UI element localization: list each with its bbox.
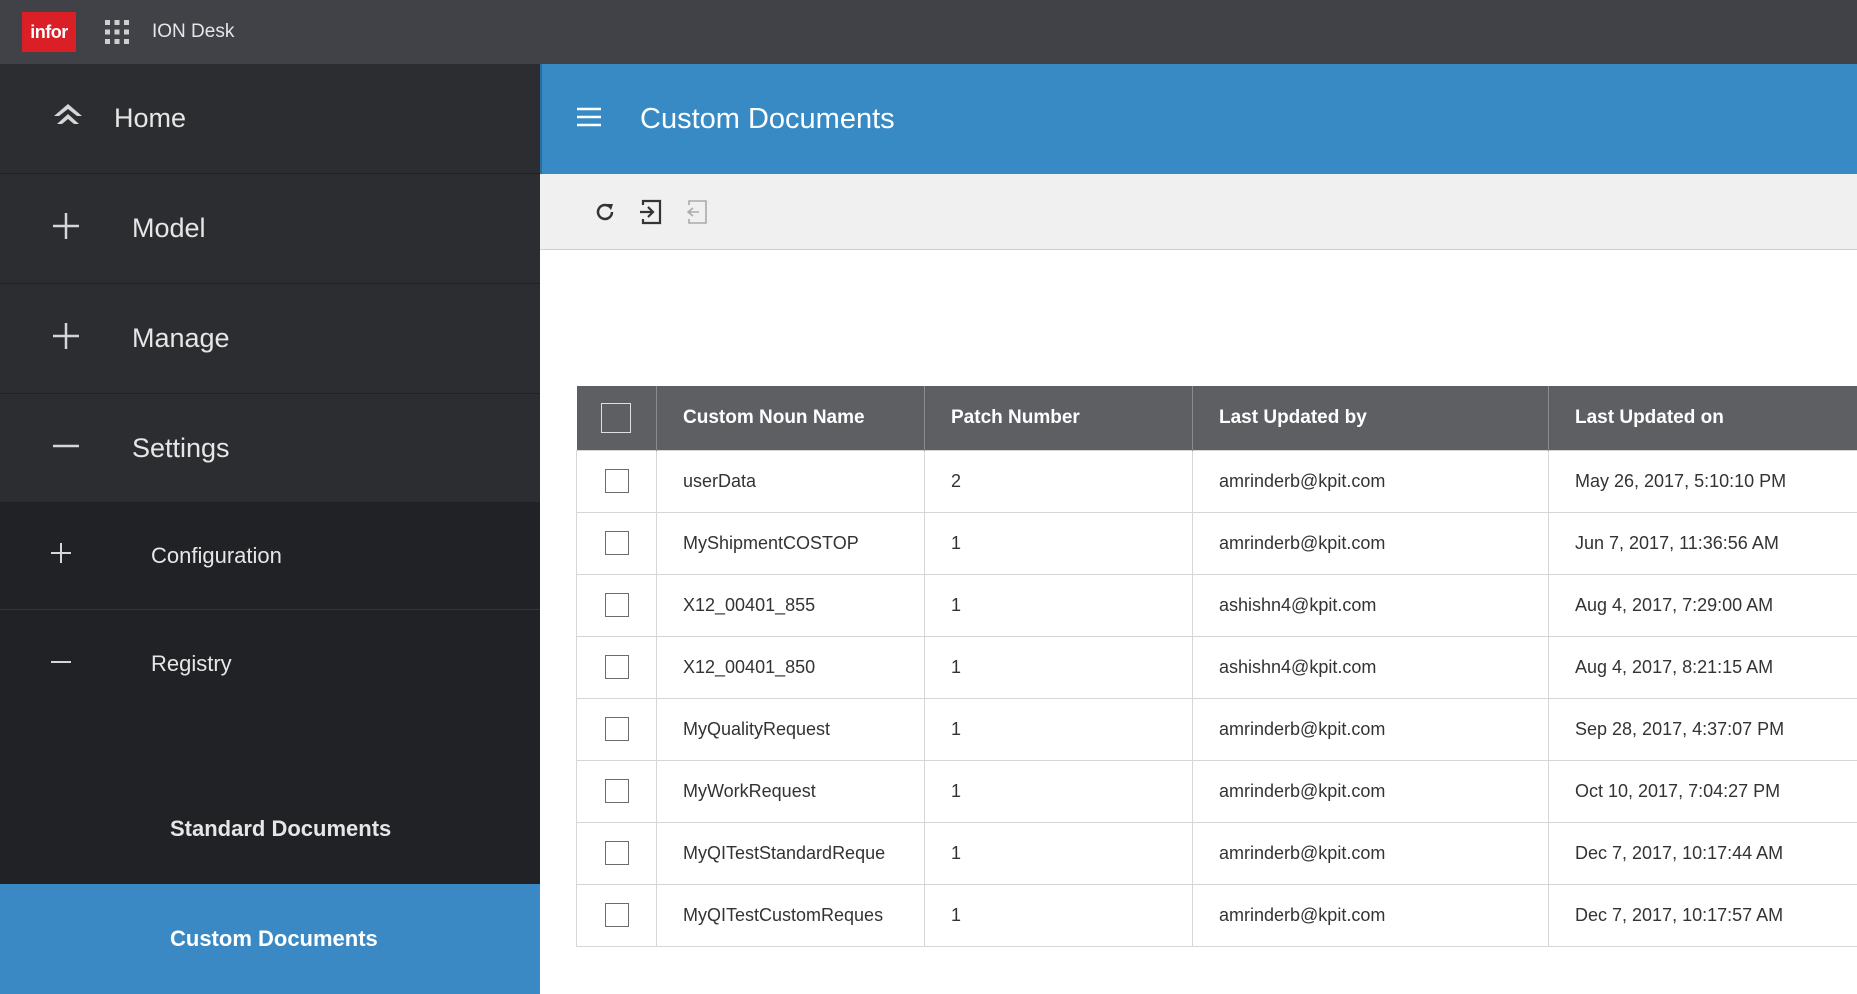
row-select-cell — [577, 822, 657, 884]
updated-by-cell: ashishn4@kpit.com — [1193, 636, 1549, 698]
minus-icon — [46, 431, 86, 466]
updated-on-cell: Sep 28, 2017, 4:37:07 PM — [1549, 698, 1857, 760]
sidebar-item-label: Manage — [132, 323, 230, 354]
table-row[interactable]: MyWorkRequest 1 amrinderb@kpit.com Oct 1… — [577, 760, 1857, 822]
sidebar-item-manage[interactable]: Manage — [0, 284, 540, 394]
noun-name-cell: X12_00401_850 — [657, 636, 925, 698]
custom-documents-table: Custom Noun Name Patch Number Last Updat… — [576, 386, 1857, 947]
table-row[interactable]: X12_00401_850 1 ashishn4@kpit.com Aug 4,… — [577, 636, 1857, 698]
table-row[interactable]: MyQITestStandardReque 1 amrinderb@kpit.c… — [577, 822, 1857, 884]
updated-by-cell: amrinderb@kpit.com — [1193, 512, 1549, 574]
refresh-icon[interactable] — [590, 197, 620, 227]
sidebar-item-label: Model — [132, 213, 206, 244]
export-icon[interactable] — [682, 197, 712, 227]
minus-icon — [46, 651, 76, 678]
infor-logo[interactable]: infor — [22, 12, 76, 52]
sidebar-item-home[interactable]: Home — [0, 64, 540, 174]
updated-by-cell: amrinderb@kpit.com — [1193, 884, 1549, 946]
sidebar-item-configuration[interactable]: Configuration — [0, 502, 540, 610]
sidebar-item-label: Standard Documents — [170, 816, 391, 842]
table-row[interactable]: MyQualityRequest 1 amrinderb@kpit.com Se… — [577, 698, 1857, 760]
updated-on-cell: Dec 7, 2017, 10:17:44 AM — [1549, 822, 1857, 884]
row-checkbox[interactable] — [605, 779, 629, 803]
noun-name-cell: MyQITestCustomReques — [657, 884, 925, 946]
row-select-cell — [577, 884, 657, 946]
toolbar — [540, 174, 1857, 250]
updated-by-cell: amrinderb@kpit.com — [1193, 760, 1549, 822]
plus-icon — [46, 211, 86, 246]
updated-by-cell: ashishn4@kpit.com — [1193, 574, 1549, 636]
noun-name-cell: MyQualityRequest — [657, 698, 925, 760]
patch-number-cell: 1 — [925, 760, 1193, 822]
patch-number-cell: 1 — [925, 574, 1193, 636]
table-row[interactable]: userData 2 amrinderb@kpit.com May 26, 20… — [577, 450, 1857, 512]
updated-on-cell: Dec 7, 2017, 10:17:57 AM — [1549, 884, 1857, 946]
updated-by-cell: amrinderb@kpit.com — [1193, 822, 1549, 884]
updated-on-cell: Aug 4, 2017, 8:21:15 AM — [1549, 636, 1857, 698]
page-header: Custom Documents — [540, 64, 1857, 174]
updated-on-cell: Aug 4, 2017, 7:29:00 AM — [1549, 574, 1857, 636]
row-checkbox[interactable] — [605, 469, 629, 493]
row-checkbox[interactable] — [605, 717, 629, 741]
import-icon[interactable] — [636, 197, 666, 227]
patch-number-cell: 1 — [925, 698, 1193, 760]
sidebar-item-label: Registry — [151, 651, 232, 677]
column-header[interactable]: Last Updated by — [1193, 386, 1549, 450]
patch-number-cell: 1 — [925, 884, 1193, 946]
sidebar-item-registry[interactable]: Registry — [0, 610, 540, 718]
sidebar-item-label: Settings — [132, 433, 230, 464]
row-select-cell — [577, 760, 657, 822]
patch-number-cell: 1 — [925, 512, 1193, 574]
sidebar-item-settings[interactable]: Settings — [0, 394, 540, 502]
column-header[interactable]: Last Updated on — [1549, 386, 1857, 450]
updated-on-cell: May 26, 2017, 5:10:10 PM — [1549, 450, 1857, 512]
sidebar: Home Model Manage Settings Configuration… — [0, 64, 540, 942]
sidebar-item-custom-documents[interactable]: Custom Documents — [0, 884, 540, 994]
updated-on-cell: Jun 7, 2017, 11:36:56 AM — [1549, 512, 1857, 574]
row-checkbox[interactable] — [605, 903, 629, 927]
patch-number-cell: 2 — [925, 450, 1193, 512]
noun-name-cell: MyWorkRequest — [657, 760, 925, 822]
table-row[interactable]: MyQITestCustomReques 1 amrinderb@kpit.co… — [577, 884, 1857, 946]
row-checkbox[interactable] — [605, 531, 629, 555]
row-select-cell — [577, 698, 657, 760]
plus-icon — [46, 321, 86, 356]
updated-on-cell: Oct 10, 2017, 7:04:27 PM — [1549, 760, 1857, 822]
row-select-cell — [577, 574, 657, 636]
updated-by-cell: amrinderb@kpit.com — [1193, 450, 1549, 512]
sidebar-item-model[interactable]: Model — [0, 174, 540, 284]
row-select-cell — [577, 450, 657, 512]
sidebar-item-label: Home — [114, 103, 186, 134]
page-title: Custom Documents — [640, 103, 895, 136]
updated-by-cell: amrinderb@kpit.com — [1193, 698, 1549, 760]
row-checkbox[interactable] — [605, 841, 629, 865]
table-header-row: Custom Noun Name Patch Number Last Updat… — [577, 386, 1857, 450]
plus-icon — [46, 542, 76, 569]
home-icon — [44, 102, 92, 135]
app-title: ION Desk — [152, 21, 234, 43]
top-bar: infor ION Desk — [0, 0, 1857, 64]
patch-number-cell: 1 — [925, 636, 1193, 698]
sidebar-item-label: Configuration — [151, 543, 282, 569]
hamburger-icon[interactable] — [576, 107, 606, 132]
table-row[interactable]: MyShipmentCOSTOP 1 amrinderb@kpit.com Ju… — [577, 512, 1857, 574]
column-header[interactable]: Patch Number — [925, 386, 1193, 450]
row-checkbox[interactable] — [605, 593, 629, 617]
noun-name-cell: userData — [657, 450, 925, 512]
patch-number-cell: 1 — [925, 822, 1193, 884]
column-header[interactable]: Custom Noun Name — [657, 386, 925, 450]
noun-name-cell: X12_00401_855 — [657, 574, 925, 636]
select-all-header — [577, 386, 657, 450]
sidebar-item-standard-documents[interactable]: Standard Documents — [0, 774, 540, 884]
row-select-cell — [577, 636, 657, 698]
select-all-checkbox[interactable] — [601, 403, 631, 433]
noun-name-cell: MyQITestStandardReque — [657, 822, 925, 884]
table-row[interactable]: X12_00401_855 1 ashishn4@kpit.com Aug 4,… — [577, 574, 1857, 636]
row-checkbox[interactable] — [605, 655, 629, 679]
sidebar-item-label: Custom Documents — [170, 926, 378, 952]
noun-name-cell: MyShipmentCOSTOP — [657, 512, 925, 574]
row-select-cell — [577, 512, 657, 574]
grid-icon[interactable] — [102, 17, 132, 47]
